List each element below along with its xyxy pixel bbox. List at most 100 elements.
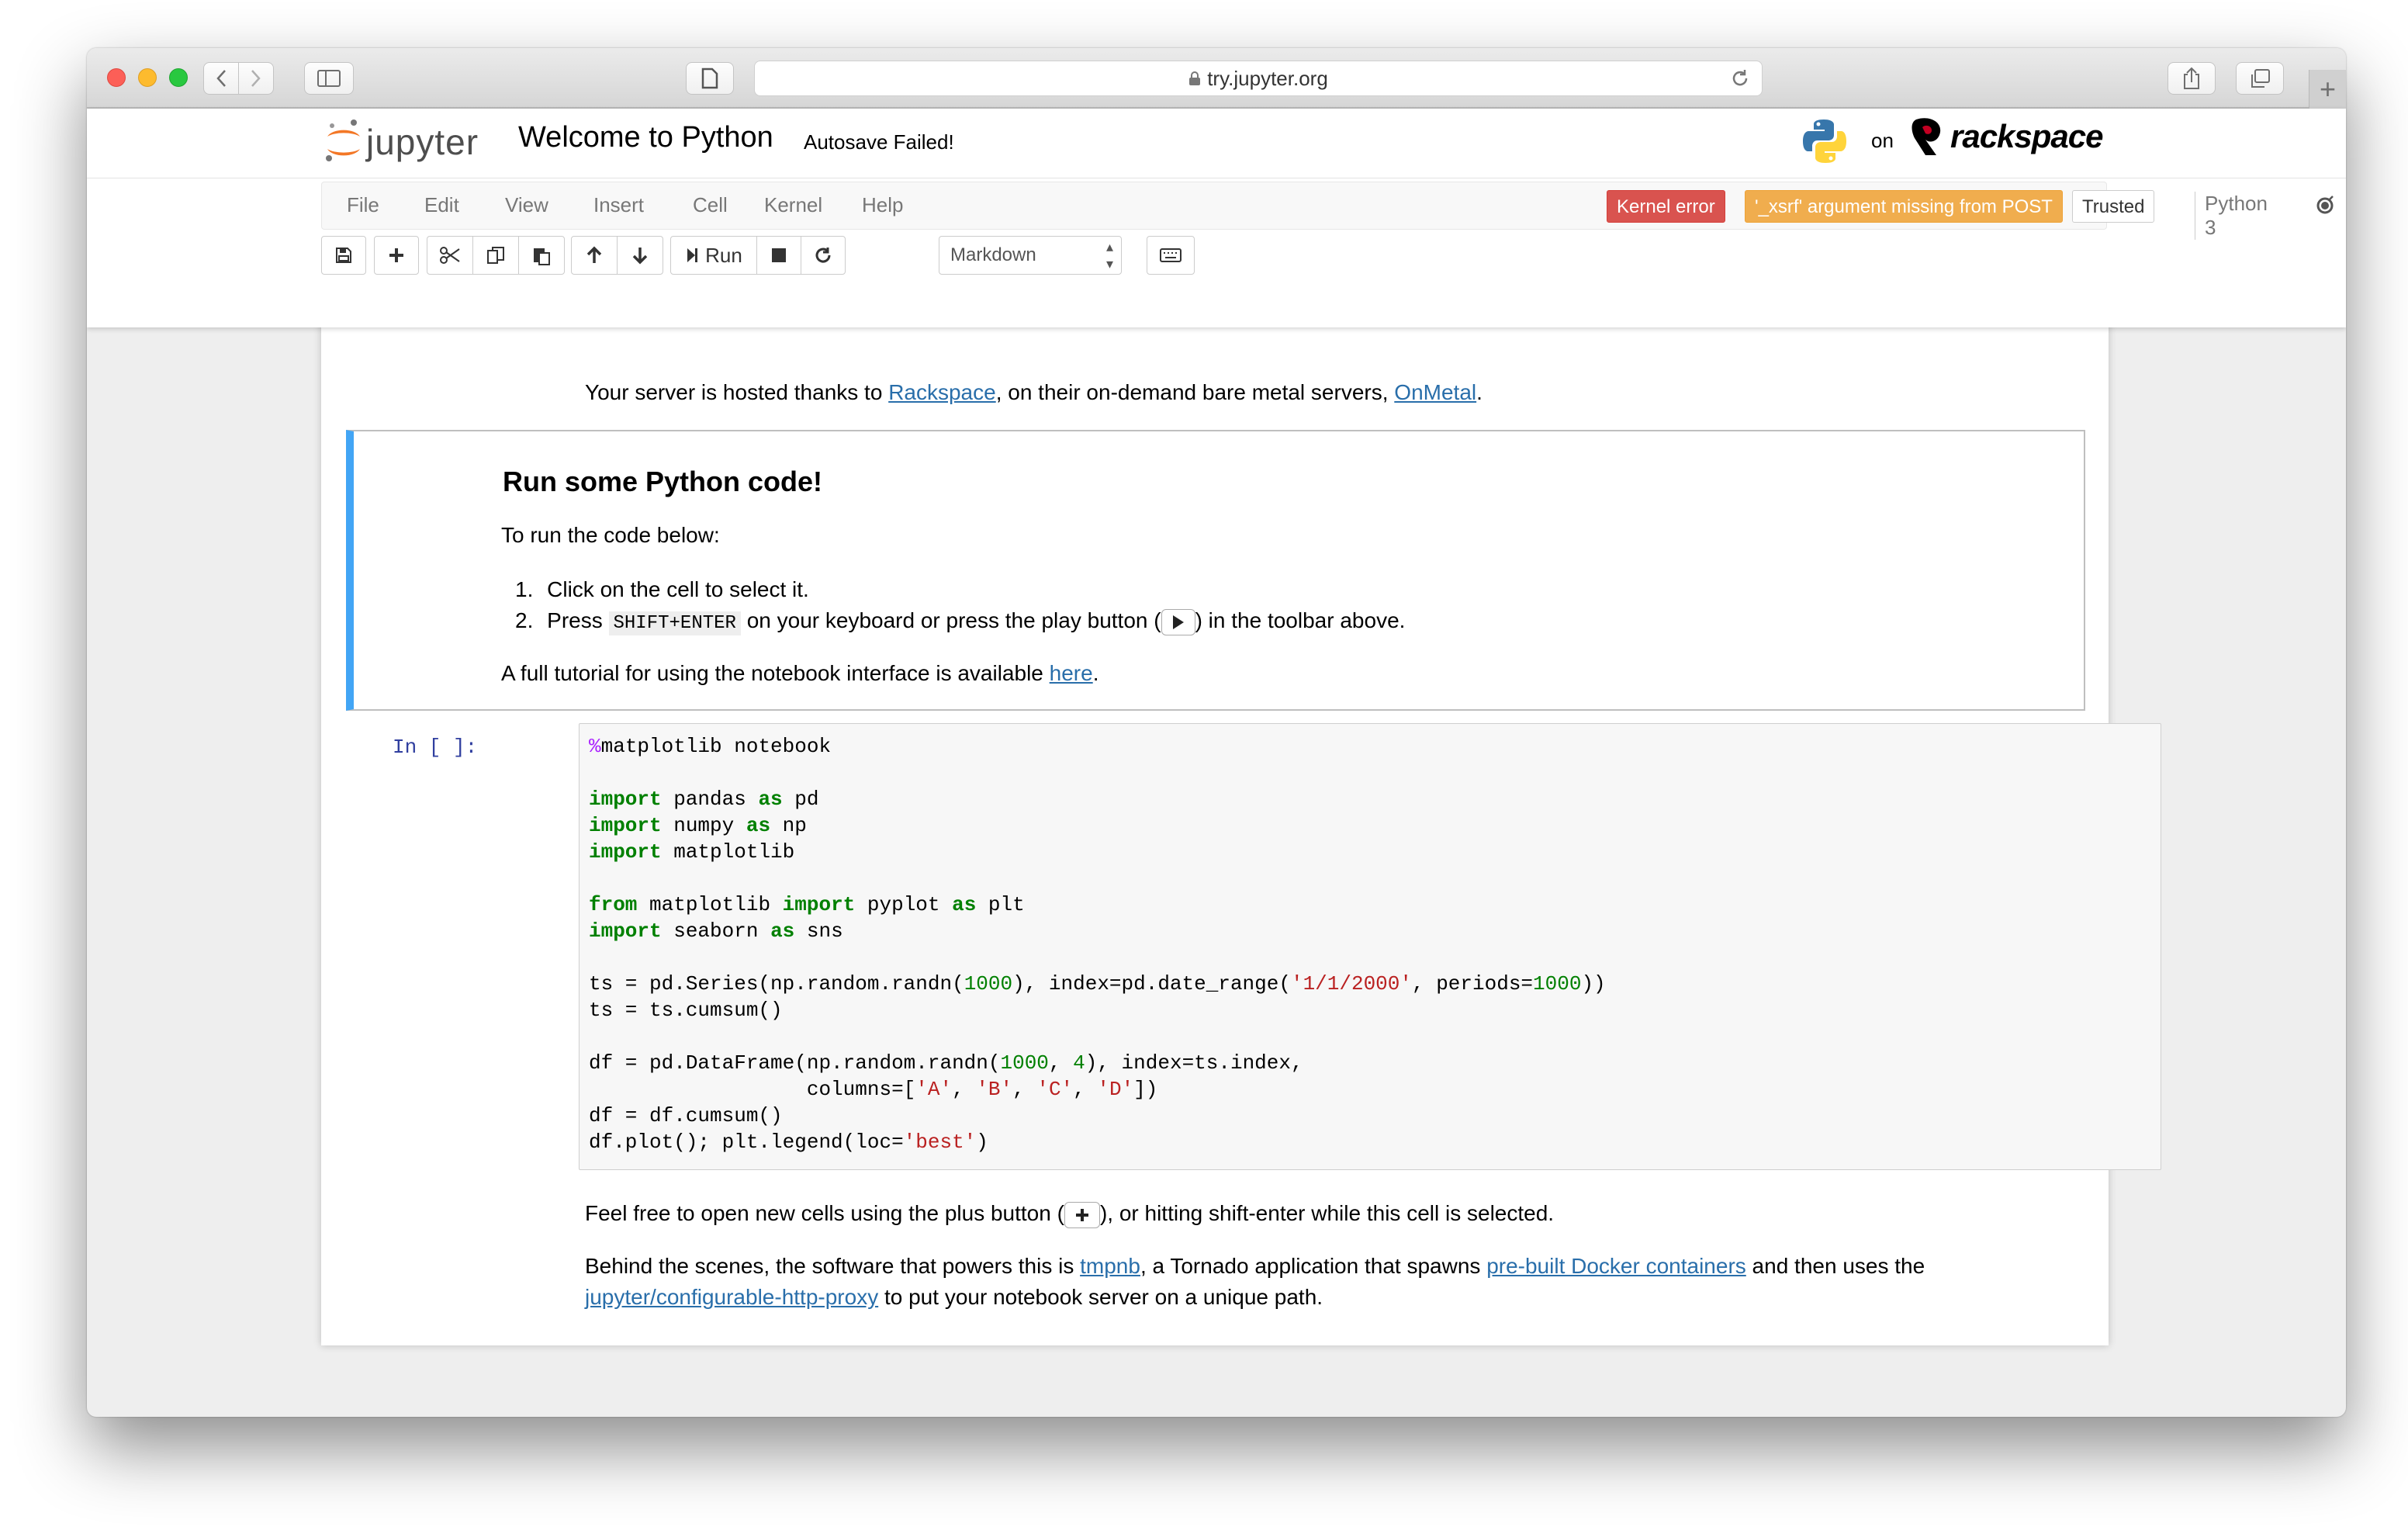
code-token: )) bbox=[1581, 972, 1606, 995]
browser-window: try.jupyter.org + jupyter Welcome to Pyt… bbox=[87, 48, 2346, 1417]
jupyter-logo[interactable]: jupyter bbox=[324, 118, 479, 166]
code-token: 1000 bbox=[1000, 1051, 1049, 1075]
code-token: '1/1/2000' bbox=[1290, 972, 1412, 995]
rackspace-link[interactable]: Rackspace bbox=[888, 380, 996, 404]
step-forward-icon bbox=[687, 248, 698, 262]
menu-file[interactable]: File bbox=[347, 193, 379, 217]
hosted-text-3: . bbox=[1476, 380, 1483, 404]
code-token: as bbox=[746, 814, 771, 837]
code-line: df = pd.DataFrame(np.random.randn(1000, … bbox=[589, 1050, 2151, 1076]
code-cell-editor[interactable]: %matplotlib notebook import pandas as pd i… bbox=[579, 723, 2161, 1170]
menu-edit[interactable]: Edit bbox=[424, 193, 459, 217]
move-down-button[interactable] bbox=[617, 236, 663, 275]
minimize-window-button[interactable] bbox=[138, 68, 157, 87]
code-token: import bbox=[589, 814, 662, 837]
cell-type-select[interactable]: Markdown ▴ ▾ bbox=[939, 236, 1122, 275]
forward-button[interactable] bbox=[238, 62, 274, 95]
http-proxy-link[interactable]: jupyter/configurable-http-proxy bbox=[585, 1285, 878, 1309]
tabs-overview-button[interactable] bbox=[2236, 62, 2284, 95]
move-up-button[interactable] bbox=[571, 236, 618, 275]
code-token: import bbox=[589, 840, 662, 864]
select-arrows-icon: ▴ ▾ bbox=[1105, 239, 1113, 272]
rackspace-logo-icon bbox=[1912, 118, 1941, 155]
code-token: import bbox=[782, 893, 856, 916]
step-text-1: Click on the cell to select it. bbox=[547, 577, 809, 601]
input-prompt: In [ ]: bbox=[393, 736, 478, 759]
code-token: np bbox=[770, 814, 807, 837]
menu-insert[interactable]: Insert bbox=[593, 193, 644, 217]
tutorial-paragraph: A full tutorial for using the notebook i… bbox=[501, 658, 1098, 689]
code-token: df = df.cumsum() bbox=[589, 1104, 783, 1127]
menu-bar: File Edit View Insert Cell Kernel Help K… bbox=[321, 182, 2334, 240]
code-token: columns=[ bbox=[589, 1078, 916, 1101]
code-token: 'A' bbox=[915, 1078, 953, 1101]
code-token: , bbox=[1048, 1051, 1074, 1075]
page-icon bbox=[701, 68, 718, 89]
xsrf-warning-badge[interactable]: '_xsrf' argument missing from POST bbox=[1745, 190, 2063, 223]
menu-view[interactable]: View bbox=[505, 193, 548, 217]
chevron-left-icon bbox=[216, 70, 226, 87]
docker-containers-link[interactable]: pre-built Docker containers bbox=[1486, 1254, 1746, 1278]
menu-kernel[interactable]: Kernel bbox=[764, 193, 822, 217]
menu-cell[interactable]: Cell bbox=[693, 193, 728, 217]
tutorial-link[interactable]: here bbox=[1050, 661, 1093, 685]
keyboard-icon bbox=[1160, 248, 1182, 262]
command-palette-button[interactable] bbox=[1147, 236, 1195, 275]
jupyter-header: jupyter Welcome to Python Autosave Faile… bbox=[87, 109, 2346, 327]
tmpnb-link[interactable]: tmpnb bbox=[1080, 1254, 1140, 1278]
address-bar[interactable]: try.jupyter.org bbox=[754, 61, 1763, 96]
autosave-status: Autosave Failed! bbox=[804, 130, 954, 154]
tabs-icon bbox=[2251, 69, 2270, 88]
save-button[interactable] bbox=[321, 236, 366, 275]
tutorial-text: A full tutorial for using the notebook i… bbox=[501, 661, 1050, 685]
paste-button[interactable] bbox=[518, 236, 565, 275]
code-line: import pandas as pd bbox=[589, 786, 2151, 812]
onmetal-link[interactable]: OnMetal bbox=[1394, 380, 1476, 404]
interrupt-kernel-button[interactable] bbox=[756, 236, 801, 275]
insert-cell-button[interactable] bbox=[374, 236, 419, 275]
notebook-title[interactable]: Welcome to Python bbox=[518, 121, 773, 154]
menu-help[interactable]: Help bbox=[862, 193, 903, 217]
code-line: columns=['A', 'B', 'C', 'D']) bbox=[589, 1076, 2151, 1103]
close-window-button[interactable] bbox=[107, 68, 126, 87]
kernel-status-icon bbox=[2316, 196, 2334, 214]
code-token: as bbox=[770, 919, 795, 943]
reload-icon[interactable] bbox=[1729, 68, 1751, 89]
code-token: , periods= bbox=[1412, 972, 1534, 995]
trusted-badge[interactable]: Trusted bbox=[2072, 190, 2155, 223]
selected-markdown-cell[interactable]: Run some Python code! To run the code be… bbox=[346, 430, 2085, 711]
plus-icon: + bbox=[2319, 73, 2337, 105]
copy-button[interactable] bbox=[472, 236, 519, 275]
run-button[interactable]: Run bbox=[670, 236, 757, 275]
code-token: from bbox=[589, 893, 638, 916]
tutorial-text-end: . bbox=[1092, 661, 1099, 685]
code-token: sns bbox=[794, 919, 843, 943]
step-list-item-1: 1. Click on the cell to select it. bbox=[515, 574, 809, 605]
code-token: import bbox=[589, 919, 662, 943]
cut-button[interactable] bbox=[427, 236, 473, 275]
hosted-paragraph: Your server is hosted thanks to Rackspac… bbox=[585, 377, 1483, 408]
new-tab-button[interactable]: + bbox=[2309, 70, 2346, 109]
restart-kernel-button[interactable] bbox=[801, 236, 846, 275]
sidebar-button[interactable] bbox=[304, 62, 354, 95]
zoom-window-button[interactable] bbox=[169, 68, 188, 87]
code-token: ) bbox=[976, 1131, 988, 1154]
notebook-container: Your server is hosted thanks to Rackspac… bbox=[321, 267, 2161, 1345]
play-button-illustration bbox=[1161, 608, 1195, 635]
code-token: ), index=ts.index, bbox=[1085, 1051, 1303, 1075]
kernel-error-badge[interactable]: Kernel error bbox=[1607, 190, 1725, 223]
rackspace-logo[interactable]: rackspace bbox=[1908, 116, 2104, 157]
reader-button[interactable] bbox=[686, 62, 734, 95]
share-button[interactable] bbox=[2168, 62, 2216, 95]
code-token: 'B' bbox=[976, 1078, 1013, 1101]
code-token: seaborn bbox=[661, 919, 771, 943]
free-cells-text-end: ), or hitting shift-enter while this cel… bbox=[1099, 1201, 1555, 1225]
back-button[interactable] bbox=[203, 62, 239, 95]
code-token: 1000 bbox=[964, 972, 1013, 995]
play-icon bbox=[1172, 615, 1184, 629]
hosted-text-2: , on their on-demand bare metal servers, bbox=[995, 380, 1395, 404]
code-token: ts = pd.Series(np.random.randn( bbox=[589, 972, 964, 995]
refresh-icon bbox=[815, 248, 831, 263]
